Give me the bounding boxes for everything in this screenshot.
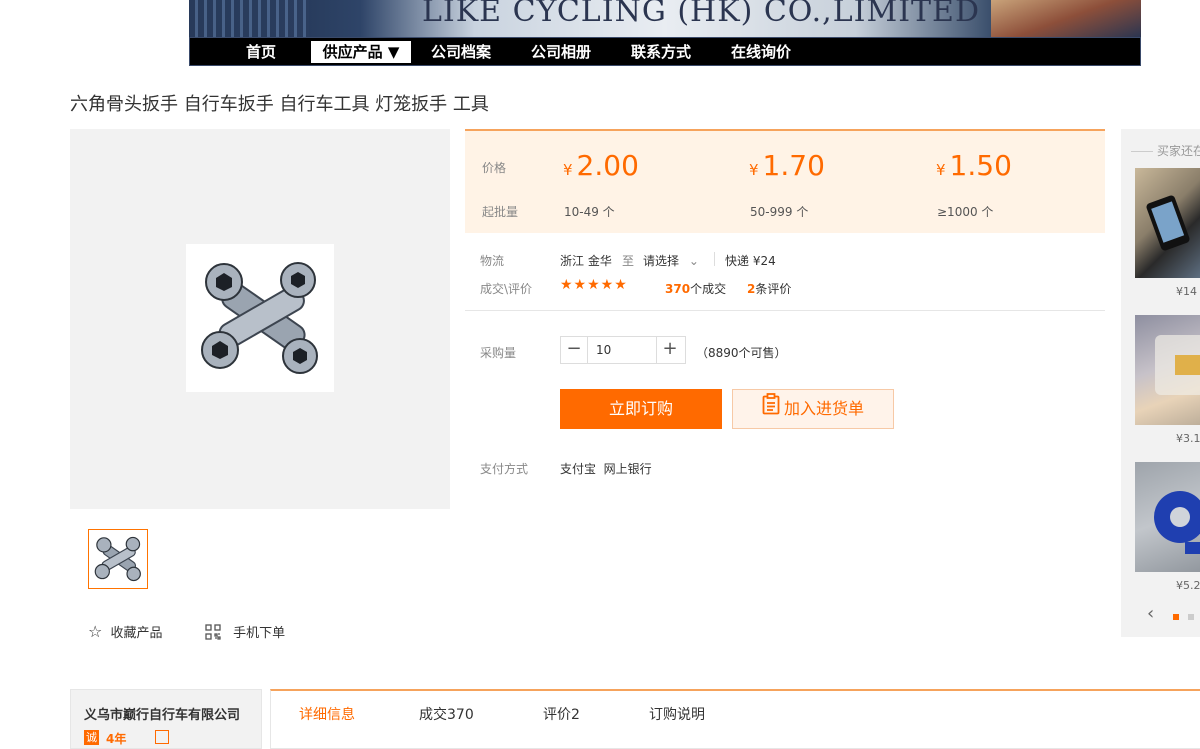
nav-inquiry[interactable]: 在线询价 (726, 41, 796, 63)
rail-header: 买家还在 (1131, 142, 1200, 159)
star-outline-icon: ☆ (88, 622, 103, 641)
mobile-order-label: 手机下单 (233, 626, 286, 641)
banner-city-image (189, 0, 309, 37)
rec-item-2-price: ¥3.1 (1176, 432, 1200, 445)
nav-home[interactable]: 首页 (230, 41, 292, 63)
logistics-label: 物流 (480, 254, 505, 268)
decrease-button[interactable]: − (561, 337, 587, 363)
nav-company-album[interactable]: 公司相册 (526, 41, 596, 63)
price-label: 价格 (482, 161, 507, 175)
product-title: 六角骨头扳手 自行车扳手 自行车工具 灯笼扳手 工具 (70, 94, 489, 115)
origin: 浙江 金华 (560, 254, 612, 268)
purchase-qty-label: 采购量 (480, 346, 517, 360)
add-to-list-button[interactable]: 加入进货单 (732, 389, 894, 429)
destination-select[interactable]: 请选择 ⌄ (643, 252, 699, 269)
chevron-down-icon: ⌄ (688, 254, 699, 268)
rail-dot-active[interactable] (1173, 614, 1179, 620)
qty-tier-1: 10-49 个 (564, 205, 615, 219)
rail-prev-icon[interactable]: ‹ (1147, 603, 1154, 624)
qr-code-icon (205, 623, 221, 644)
to-label: 至 (622, 254, 635, 268)
increase-button[interactable]: + (657, 337, 683, 363)
price-tier-2: ¥1.70 (749, 149, 825, 182)
sold-count[interactable]: 370个成交 (665, 280, 726, 297)
rail-dot[interactable] (1188, 614, 1194, 620)
detail-tabs: 详细信息 成交370 评价2 订购说明 (270, 689, 1200, 749)
recommendations-rail: 买家还在 ¥14 ¥3.1 ¥5.2 ‹ (1121, 129, 1200, 637)
tab-reviews[interactable]: 评价2 (543, 704, 580, 724)
nav-products[interactable]: 供应产品 ▼ (311, 41, 411, 63)
review-count[interactable]: 2条评价 (747, 280, 791, 297)
favorite-label: 收藏产品 (110, 626, 163, 641)
shipping-fee: 快递 ¥24 (725, 254, 776, 268)
rec-item-3-image[interactable] (1135, 462, 1200, 572)
certificate-icon (155, 730, 169, 744)
favorite-product[interactable]: ☆ 收藏产品 (88, 622, 163, 641)
price-tier-3: ¥1.50 (936, 149, 1012, 182)
header-banner: LIKE CYCLING (HK) CO.,LIMITED (189, 0, 1141, 37)
qty-tier-3: ≥1000 个 (937, 205, 994, 219)
available-stock: （8890个可售） (696, 346, 787, 360)
rec-item-1-price: ¥14 (1176, 285, 1197, 298)
rec-item-3-price: ¥5.2 (1176, 579, 1200, 592)
tab-deals[interactable]: 成交370 (419, 704, 474, 724)
mobile-order[interactable]: 手机下单 (205, 622, 285, 644)
main-product-image[interactable] (70, 129, 450, 509)
tab-order-notes[interactable]: 订购说明 (649, 704, 705, 724)
price-panel: 价格 起批量 ¥2.00 10-49 个 ¥1.70 50-999 个 ¥1.5… (465, 129, 1105, 233)
wrench-photo (186, 244, 334, 392)
nav-company-profile[interactable]: 公司档案 (426, 41, 496, 63)
rating-stars: ★★★★★ (560, 277, 628, 293)
shop-name[interactable]: 义乌市巅行自行车有限公司 (84, 704, 240, 723)
min-qty-label: 起批量 (482, 205, 519, 219)
tab-details[interactable]: 详细信息 (299, 704, 355, 724)
separator (714, 252, 715, 266)
price-tier-1: ¥2.00 (563, 149, 639, 182)
rec-item-2-image[interactable] (1135, 315, 1200, 425)
shop-card: 义乌市巅行自行车有限公司 诚 4年 (70, 689, 262, 749)
quantity-stepper: − + (560, 336, 686, 364)
clipboard-icon (762, 391, 780, 429)
payment-methods: 支付宝 网上银行 (560, 462, 652, 476)
company-banner-name: LIKE CYCLING (HK) CO.,LIMITED (422, 0, 981, 29)
thumbnail-1[interactable] (88, 529, 148, 589)
qty-tier-2: 50-999 个 (750, 205, 809, 219)
quantity-input[interactable] (587, 337, 657, 363)
rec-item-1-image[interactable] (1135, 168, 1200, 278)
banner-building-image (991, 0, 1141, 37)
deals-label: 成交\评价 (480, 282, 533, 296)
nav-contact[interactable]: 联系方式 (626, 41, 696, 63)
divider (465, 310, 1105, 311)
payment-label: 支付方式 (480, 462, 529, 476)
integrity-badge: 诚 (84, 730, 99, 745)
main-nav: 首页 供应产品 ▼ 公司档案 公司相册 联系方式 在线询价 (189, 37, 1141, 66)
shop-years: 4年 (106, 732, 127, 746)
buy-now-button[interactable]: 立即订购 (560, 389, 722, 429)
